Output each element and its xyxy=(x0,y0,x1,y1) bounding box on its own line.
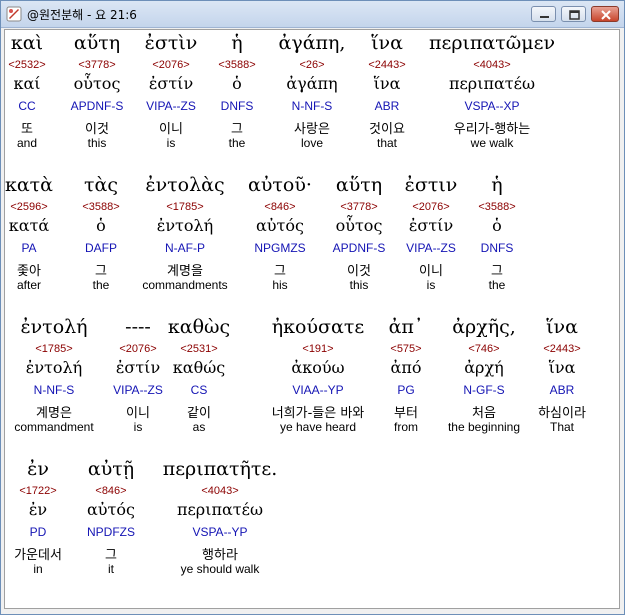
korean-gloss: 우리가-행하는 xyxy=(453,122,531,137)
greek-word[interactable]: περιπατῆτε. xyxy=(140,458,300,480)
korean-gloss: 행하라 xyxy=(202,548,238,563)
close-icon xyxy=(601,10,611,20)
minimize-icon xyxy=(540,16,549,18)
lemma-word: περιπατέω xyxy=(449,74,535,93)
interlinear-content: καὶ <2532> καί CC 또 and αὕτη <3778> οὗτος APDNF-S… xyxy=(4,29,620,609)
korean-gloss: 그 xyxy=(491,264,503,279)
parse-code: DNFS xyxy=(480,241,514,255)
maximize-button[interactable] xyxy=(561,6,586,22)
greek-word[interactable]: περιπατῶμεν xyxy=(412,32,572,54)
english-gloss: the xyxy=(488,278,506,292)
minimize-button[interactable] xyxy=(531,6,556,22)
close-button[interactable] xyxy=(591,6,619,22)
maximize-icon xyxy=(569,10,580,20)
english-gloss: That xyxy=(549,420,574,434)
strong-number[interactable]: <3588> xyxy=(417,201,577,213)
lemma-word: ὁ xyxy=(492,216,502,235)
app-icon xyxy=(6,6,22,22)
english-gloss: ye should walk xyxy=(180,562,260,576)
window-title: @원전분해 - 요 21:6 xyxy=(27,8,137,22)
strong-number[interactable]: <4043> xyxy=(140,485,300,497)
title-bar[interactable]: @원전분해 - 요 21:6 xyxy=(1,1,624,28)
lemma-word: ἵνα xyxy=(548,358,576,377)
greek-word[interactable]: ἡ xyxy=(417,174,577,196)
lemma-word: περιπατέω xyxy=(177,500,263,519)
english-gloss: we walk xyxy=(470,136,514,150)
strong-number[interactable]: <2443> xyxy=(482,343,619,355)
interlinear-window: @원전분해 - 요 21:6 καὶ <2532> καί CC 또 and αὕτη <37… xyxy=(0,0,625,615)
strong-number[interactable]: <4043> xyxy=(412,59,572,71)
parse-code: ABR xyxy=(549,383,575,397)
parse-code: VSPA--XP xyxy=(464,99,520,113)
greek-word[interactable]: ἵνα xyxy=(482,316,619,338)
korean-gloss: 하심이라 xyxy=(538,406,586,421)
parse-code: VSPA--YP xyxy=(192,525,248,539)
